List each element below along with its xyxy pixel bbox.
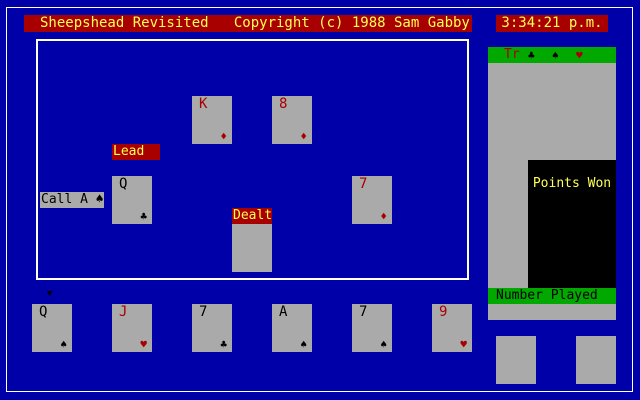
- card-rank: J: [119, 304, 128, 320]
- trump-bar: Tr ♣ ♠ ♥: [488, 47, 616, 63]
- club-icon: ♣: [220, 338, 227, 351]
- trump-label: Tr: [504, 47, 520, 62]
- hand-card-2[interactable]: J ♥: [112, 304, 152, 352]
- number-played-label: Number Played: [488, 288, 616, 304]
- hand-card-4[interactable]: A ♠: [272, 304, 312, 352]
- heart-icon: ♥: [460, 338, 467, 351]
- trick-card-bottom: [232, 224, 272, 272]
- points-won-box: Points Won: [528, 160, 616, 288]
- hand-card-1[interactable]: Q ♠: [32, 304, 72, 352]
- trick-card-right: 7 ♦: [352, 176, 392, 224]
- hand-card-6[interactable]: 9 ♥: [432, 304, 472, 352]
- card-rank: 7: [359, 304, 368, 320]
- lead-label: Lead: [112, 144, 160, 160]
- trick-card-top-right: 8 ♦: [272, 96, 312, 144]
- hand-card-3[interactable]: 7 ♣: [192, 304, 232, 352]
- card-rank: A: [279, 304, 288, 320]
- trick-card-left: Q ♣: [112, 176, 152, 224]
- trick-card-top-left: K ♦: [192, 96, 232, 144]
- points-won-label: Points Won: [532, 176, 612, 191]
- card-rank: 7: [199, 304, 208, 320]
- diamond-icon: ♦: [300, 130, 307, 143]
- score-panel: Tr ♣ ♠ ♥ Points Won Number Played: [488, 47, 616, 320]
- title-bar: Sheepshead Revisited Copyright (c) 1988 …: [24, 15, 472, 32]
- card-rank: K: [199, 96, 208, 112]
- spade-icon: ♠: [552, 49, 559, 62]
- spade-icon: ♠: [300, 338, 307, 351]
- diamond-icon: ♦: [380, 210, 387, 223]
- card-rank: 7: [359, 176, 368, 192]
- blind-card-1: [496, 336, 536, 384]
- club-icon: ♣: [528, 49, 535, 62]
- blind-card-2: [576, 336, 616, 384]
- dealt-label: Dealt: [232, 208, 273, 224]
- card-rank: Q: [39, 304, 48, 320]
- card-rank: 8: [279, 96, 288, 112]
- clock: 3:34:21 p.m.: [496, 15, 608, 32]
- card-rank: Q: [119, 176, 128, 192]
- heart-icon: ♥: [576, 49, 583, 62]
- hand-card-5[interactable]: 7 ♠: [352, 304, 392, 352]
- call-ace-label: Call A ♠: [40, 192, 104, 208]
- card-rank: 9: [439, 304, 448, 320]
- diamond-icon: ♦: [220, 130, 227, 143]
- spade-icon: ♠: [60, 338, 67, 351]
- spade-icon: ♠: [380, 338, 387, 351]
- heart-icon: ♥: [140, 338, 147, 351]
- club-icon: ♣: [140, 210, 147, 223]
- selection-pointer-icon: ▼: [47, 289, 53, 299]
